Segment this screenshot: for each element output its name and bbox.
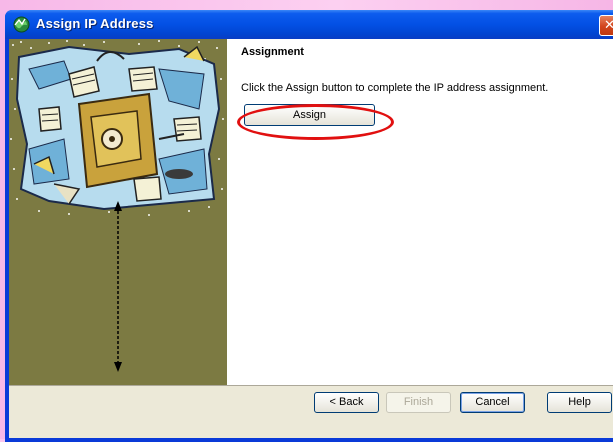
window-title: Assign IP Address bbox=[36, 16, 154, 31]
wizard-content-panel: Assignment Click the Assign button to co… bbox=[227, 39, 613, 385]
assign-button[interactable]: Assign bbox=[244, 104, 375, 126]
close-button[interactable]: ✕ bbox=[599, 15, 613, 36]
wizard-footer: < Back Finish Cancel Help bbox=[9, 386, 613, 438]
finish-button[interactable]: Finish bbox=[386, 392, 451, 413]
wizard-illustration bbox=[9, 39, 227, 217]
assign-ip-window: Assign IP Address ✕ Assignment Click the… bbox=[5, 10, 613, 442]
wizard-side-panel bbox=[9, 39, 227, 385]
back-button[interactable]: < Back bbox=[314, 392, 379, 413]
wizard-client-area: Assignment Click the Assign button to co… bbox=[9, 39, 613, 438]
help-button[interactable]: Help bbox=[547, 392, 612, 413]
network-globe-icon bbox=[13, 16, 30, 33]
section-title: Assignment bbox=[241, 46, 304, 58]
title-bar[interactable]: Assign IP Address ✕ bbox=[5, 10, 613, 39]
cancel-button[interactable]: Cancel bbox=[460, 392, 525, 413]
close-icon: ✕ bbox=[604, 18, 613, 33]
instruction-text: Click the Assign button to complete the … bbox=[241, 82, 549, 94]
